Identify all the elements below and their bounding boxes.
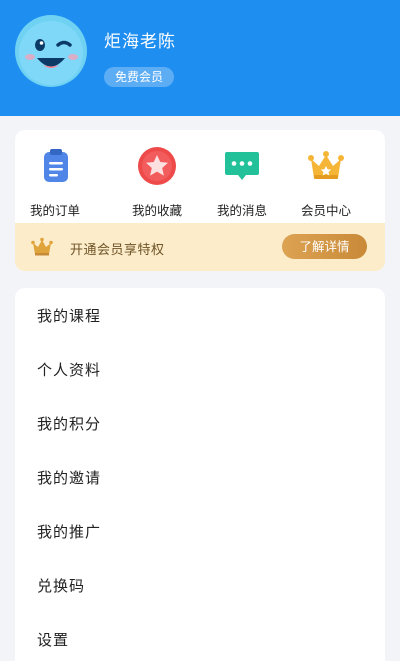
crown-icon bbox=[308, 151, 344, 179]
profile-header: 炬海老陈 免费会员 bbox=[0, 0, 400, 116]
menu-item-label: 设置 bbox=[37, 631, 70, 649]
menu-item-settings[interactable]: 设置 bbox=[15, 612, 385, 661]
member-badge[interactable]: 免费会员 bbox=[104, 67, 175, 87]
menu-item-courses[interactable]: 我的课程 bbox=[15, 288, 385, 342]
quick-action-label: 我的收藏 bbox=[131, 203, 182, 218]
quick-action-label: 会员中心 bbox=[300, 203, 351, 218]
menu-item-promotion[interactable]: 我的推广 bbox=[15, 504, 385, 558]
menu-list: 我的课程 个人资料 我的积分 我的邀请 我的推广 兑换码 设置 bbox=[15, 288, 385, 661]
menu-item-label: 我的邀请 bbox=[37, 469, 102, 487]
menu-item-points[interactable]: 我的积分 bbox=[15, 396, 385, 450]
quick-actions-card: 我的订单 我的收藏 我的消息 会员中心 开通会员享特权 了解详情 bbox=[15, 130, 385, 271]
menu-item-label: 个人资料 bbox=[37, 361, 102, 379]
username: 炬海老陈 bbox=[104, 32, 176, 52]
star-favorite-icon bbox=[138, 147, 176, 185]
quick-action-orders[interactable]: 我的订单 bbox=[15, 146, 95, 219]
quick-action-membership[interactable]: 会员中心 bbox=[286, 146, 366, 219]
quick-action-label: 我的订单 bbox=[29, 203, 80, 218]
message-bubble-icon bbox=[225, 152, 259, 180]
menu-item-label: 我的积分 bbox=[37, 415, 102, 433]
learn-more-button[interactable]: 了解详情 bbox=[282, 234, 367, 259]
menu-item-invitations[interactable]: 我的邀请 bbox=[15, 450, 385, 504]
crown-icon bbox=[31, 237, 53, 256]
menu-item-redeem-code[interactable]: 兑换码 bbox=[15, 558, 385, 612]
order-clipboard-icon bbox=[44, 149, 68, 182]
vip-banner-text: 开通会员享特权 bbox=[70, 243, 165, 258]
menu-item-profile[interactable]: 个人资料 bbox=[15, 342, 385, 396]
menu-item-label: 我的课程 bbox=[37, 307, 102, 325]
quick-action-favorites[interactable]: 我的收藏 bbox=[117, 146, 197, 219]
quick-action-label: 我的消息 bbox=[216, 203, 267, 218]
menu-item-label: 兑换码 bbox=[37, 577, 86, 595]
vip-banner[interactable]: 开通会员享特权 了解详情 bbox=[15, 223, 385, 271]
smiley-face-icon[interactable] bbox=[15, 15, 87, 87]
quick-action-messages[interactable]: 我的消息 bbox=[202, 146, 282, 219]
menu-item-label: 我的推广 bbox=[37, 523, 102, 541]
